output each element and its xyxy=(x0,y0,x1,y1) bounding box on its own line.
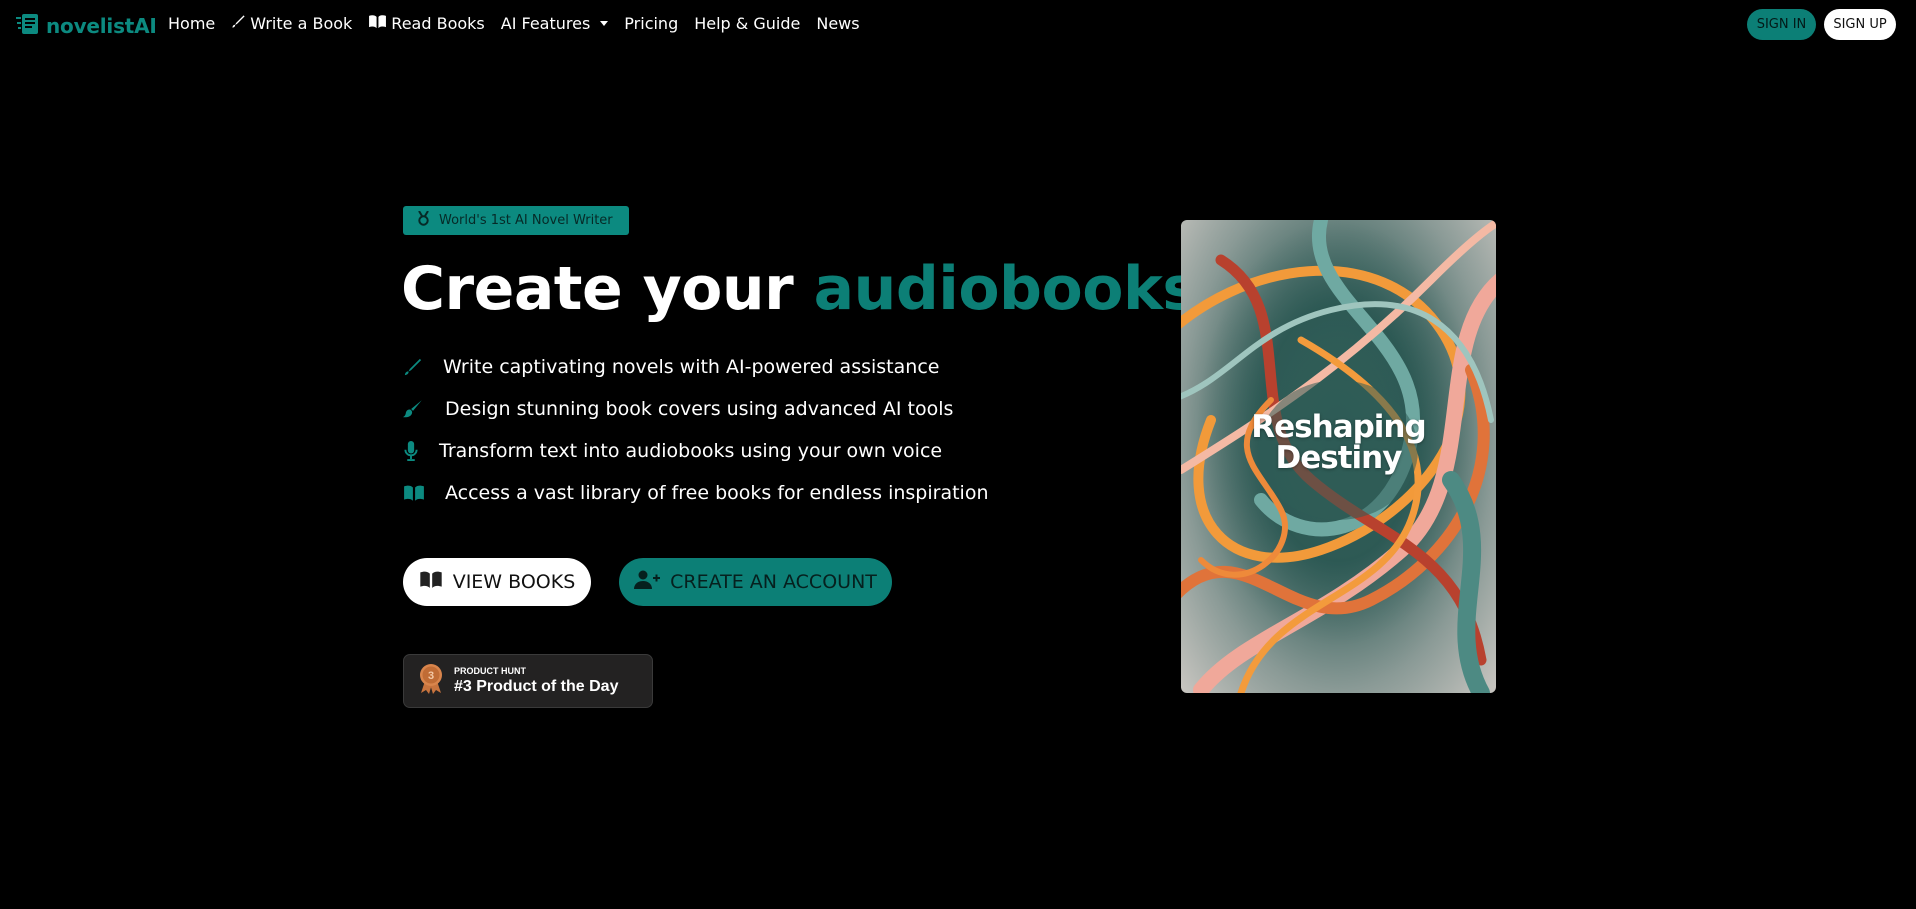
nav-read-books-label: Read Books xyxy=(391,14,485,33)
hero-badge-text: World's 1st AI Novel Writer xyxy=(439,213,613,228)
feature-item: Write captivating novels with AI-powered… xyxy=(403,356,939,378)
nav-links: Home Write a Book Read Books AI Features… xyxy=(168,14,876,33)
book-open-icon xyxy=(419,570,443,594)
pen-icon xyxy=(231,14,246,33)
book-cover-title-line1: Reshaping xyxy=(1251,409,1426,445)
sign-in-button[interactable]: SIGN IN xyxy=(1747,9,1816,40)
pen-icon xyxy=(403,356,443,378)
nav-help-guide[interactable]: Help & Guide xyxy=(694,14,800,33)
nav-ai-features-label: AI Features xyxy=(500,14,591,33)
book-cover-title: Reshaping Destiny xyxy=(1181,412,1496,474)
product-hunt-label: PRODUCT HUNT xyxy=(454,666,526,676)
caret-down-icon xyxy=(600,21,609,26)
feature-text: Write captivating novels with AI-powered… xyxy=(443,356,940,378)
paintbrush-icon xyxy=(403,398,445,420)
view-books-button[interactable]: VIEW BOOKS xyxy=(403,558,591,606)
create-account-label: CREATE AN ACCOUNT xyxy=(670,571,877,593)
nav-news-label: News xyxy=(816,14,860,33)
book-cover-title-line2: Destiny xyxy=(1275,440,1403,476)
book-open-icon xyxy=(368,14,387,33)
view-books-label: VIEW BOOKS xyxy=(452,571,576,593)
sign-up-button[interactable]: SIGN UP xyxy=(1824,9,1896,40)
hero-badge: World's 1st AI Novel Writer xyxy=(403,206,629,235)
feature-text: Design stunning book covers using advanc… xyxy=(445,398,954,420)
product-hunt-text: PRODUCT HUNT #3 Product of the Day xyxy=(454,666,618,696)
medal-number: 3 xyxy=(428,670,434,682)
hero-headline: Create your audiobooks xyxy=(401,258,1198,321)
nav-pricing[interactable]: Pricing xyxy=(624,14,678,33)
headline-accent-text: audiobooks xyxy=(813,254,1198,324)
medal-icon xyxy=(417,210,430,230)
top-navbar: novelistAI Home Write a Book Read Books … xyxy=(0,0,1916,50)
award-medal-icon: 3 xyxy=(418,663,444,699)
user-plus-icon xyxy=(634,570,661,595)
product-hunt-title: #3 Product of the Day xyxy=(454,678,619,695)
headline-text: Create your xyxy=(401,254,794,324)
nav-home-label: Home xyxy=(168,14,216,33)
nav-help-guide-label: Help & Guide xyxy=(694,14,801,33)
feature-text: Transform text into audiobooks using you… xyxy=(439,440,943,462)
create-account-button[interactable]: CREATE AN ACCOUNT xyxy=(619,558,892,606)
novelistai-logo-icon xyxy=(16,12,42,40)
feature-item: Transform text into audiobooks using you… xyxy=(403,440,942,462)
feature-item: Design stunning book covers using advanc… xyxy=(403,398,953,420)
nav-news[interactable]: News xyxy=(816,14,859,33)
microphone-icon xyxy=(403,440,439,462)
brand-name: novelistAI xyxy=(46,14,157,38)
feature-text: Access a vast library of free books for … xyxy=(445,482,989,504)
nav-write-book[interactable]: Write a Book xyxy=(231,14,352,33)
brand-logo-link[interactable]: novelistAI xyxy=(16,12,157,40)
nav-ai-features-dropdown[interactable]: AI Features xyxy=(501,14,609,33)
nav-home[interactable]: Home xyxy=(168,14,215,33)
nav-pricing-label: Pricing xyxy=(624,14,679,33)
product-hunt-badge[interactable]: 3 PRODUCT HUNT #3 Product of the Day xyxy=(403,654,653,708)
feature-item: Access a vast library of free books for … xyxy=(403,482,989,504)
book-cover-image: Reshaping Destiny xyxy=(1181,220,1496,693)
nav-write-book-label: Write a Book xyxy=(250,14,353,33)
book-open-icon xyxy=(403,482,445,504)
nav-read-books[interactable]: Read Books xyxy=(368,14,485,33)
